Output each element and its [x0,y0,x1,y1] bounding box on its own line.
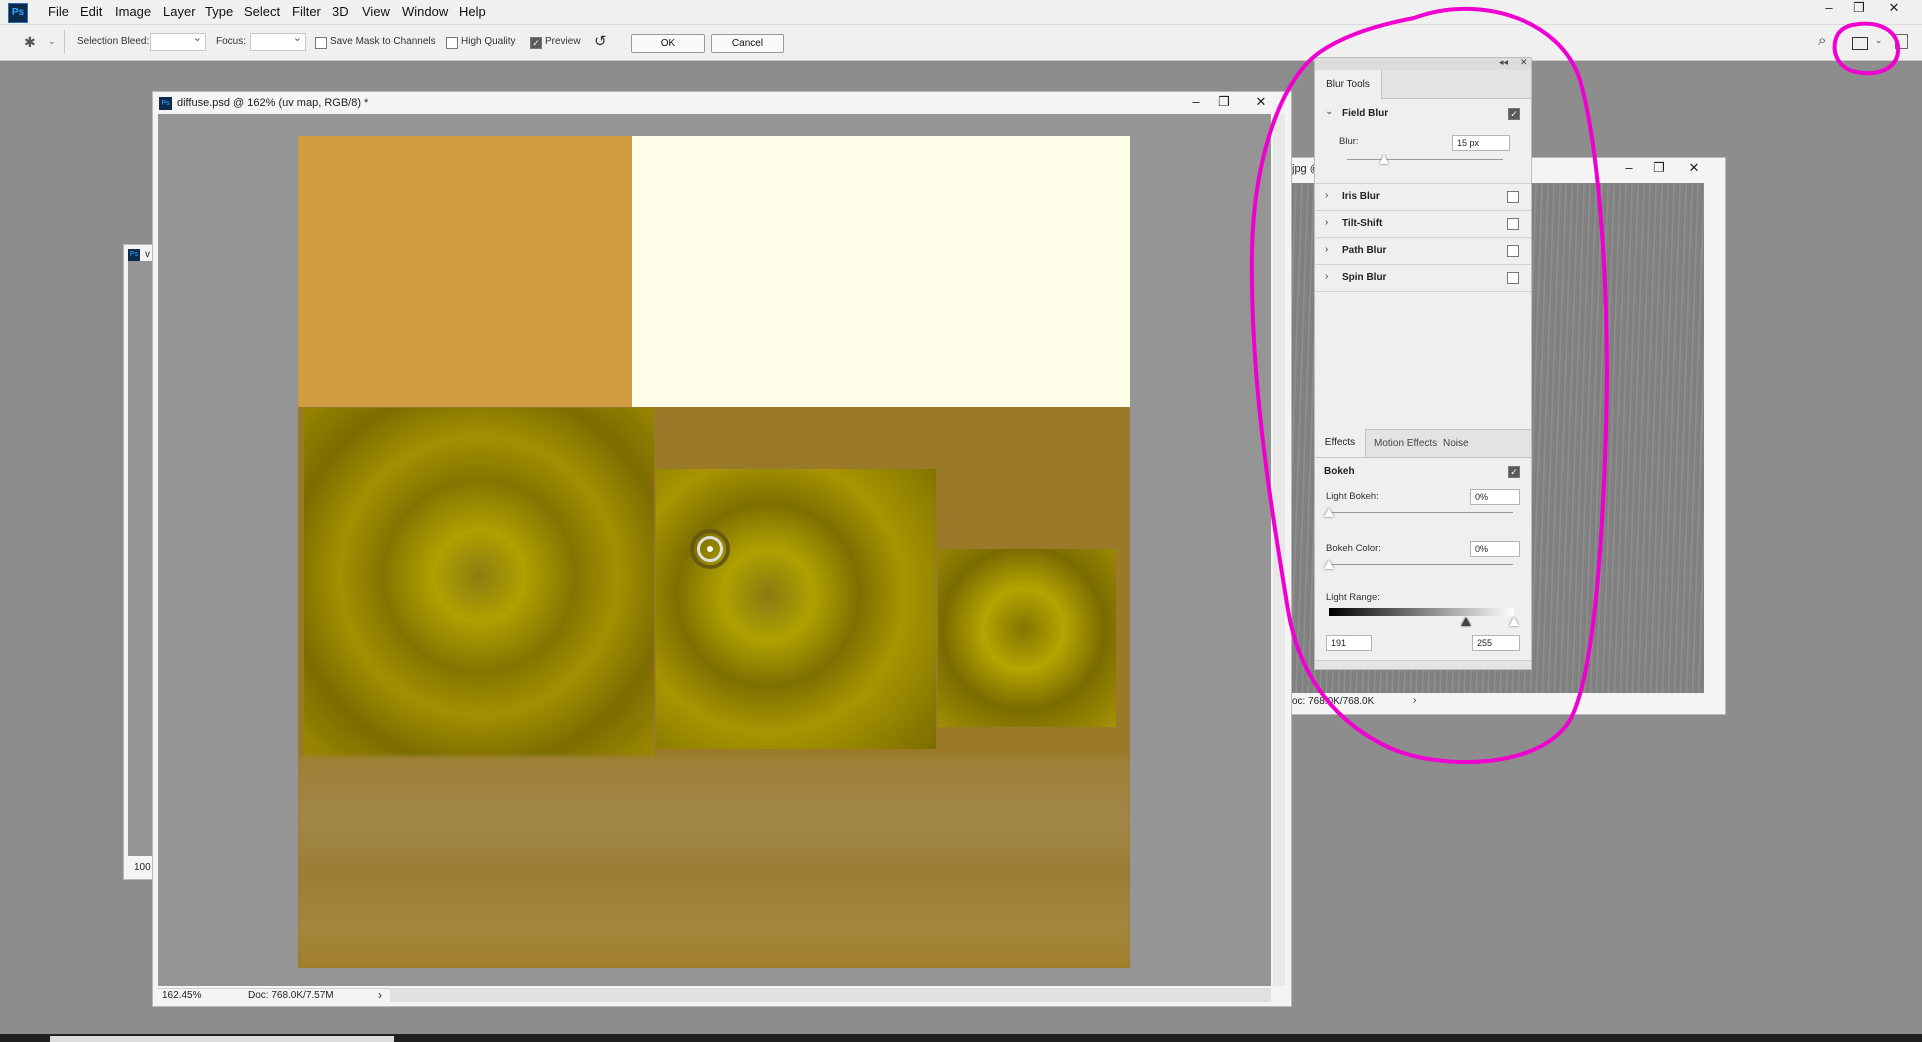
annotation-circle-panel [1249,6,1609,765]
annotation-overlay [1249,6,1901,765]
annotation-circle-workspace [1832,21,1901,76]
